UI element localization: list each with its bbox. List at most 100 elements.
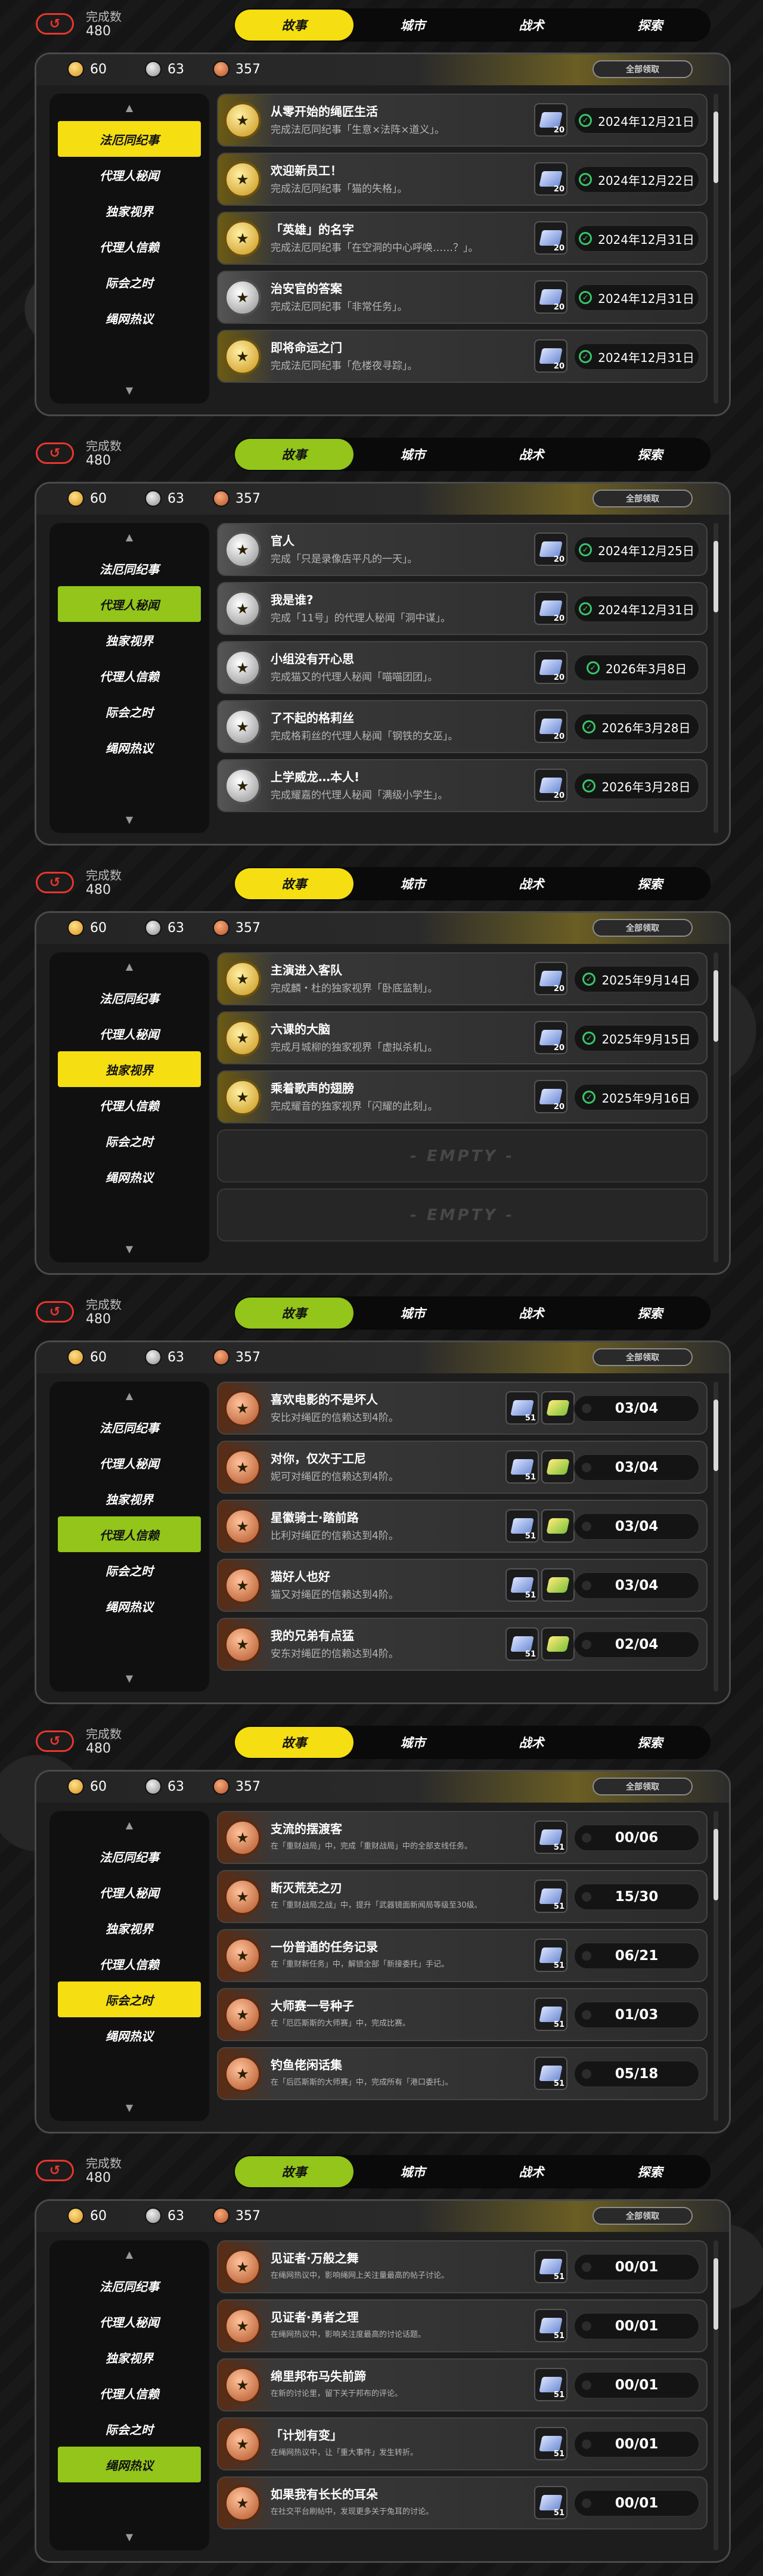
tab-explore[interactable]: 探索 — [591, 10, 709, 41]
tab-story[interactable]: 故事 — [235, 1298, 353, 1329]
scroll-up-icon[interactable]: ▲ — [49, 527, 209, 547]
sidebar-item[interactable]: 际会之时 — [58, 1123, 201, 1159]
achievement-row[interactable]: ★ 对你，仅次于工尼 妮可对绳匠的信赖达到4阶。 51 03/04 — [217, 1441, 708, 1494]
scrollbar-thumb[interactable] — [714, 1829, 718, 1900]
scrollbar-thumb[interactable] — [714, 970, 718, 1042]
tab-story[interactable]: 故事 — [235, 439, 353, 470]
achievement-row[interactable]: ★ 支流的摆渡客 在「重财战局」中，完成「重财战局」中的全部支线任务。 51 00/06 — [217, 1811, 708, 1864]
tab-city[interactable]: 城市 — [353, 2156, 472, 2187]
sidebar-item[interactable]: 代理人信赖 — [58, 2375, 201, 2411]
list-scrollbar[interactable] — [714, 2240, 718, 2550]
sidebar-item[interactable]: 绳网热议 — [58, 300, 201, 336]
sidebar-item[interactable]: 代理人信赖 — [58, 1946, 201, 1981]
tab-city[interactable]: 城市 — [353, 1727, 472, 1758]
achievement-row[interactable]: ★ 见证者·万般之舞 在绳网热议中，影响绳网上关注量最高的帖子讨论。 51 00/01 — [217, 2240, 708, 2293]
sidebar-item[interactable]: 代理人秘闻 — [58, 586, 201, 622]
achievement-row[interactable]: ★ 喜欢电影的不是坏人 安比对绳匠的信赖达到4阶。 51 03/04 — [217, 1382, 708, 1435]
achievement-row[interactable]: ★ 「计划有变」 在绳网热议中，让「重大事件」发生转折。 51 00/01 — [217, 2417, 708, 2470]
claim-all-button[interactable]: 全部领取 — [593, 2207, 693, 2225]
sidebar-item[interactable]: 绳网热议 — [58, 2447, 201, 2482]
claim-all-button[interactable]: 全部领取 — [593, 60, 693, 78]
sidebar-item[interactable]: 际会之时 — [58, 693, 201, 729]
sidebar-item[interactable]: 独家视界 — [58, 622, 201, 658]
sidebar-item[interactable]: 代理人秘闻 — [58, 1874, 201, 1910]
list-scrollbar[interactable] — [714, 523, 718, 833]
sidebar-item[interactable]: 独家视界 — [58, 2339, 201, 2375]
achievement-row[interactable]: ★ 断灭荒芜之刃 在「重财战局之战」中，提升「武器镜面新闻局等级至30级。 51 15/… — [217, 1870, 708, 1923]
tab-tactics[interactable]: 战术 — [472, 439, 591, 470]
achievement-row[interactable]: ★ 官人 完成「只是录像店平凡的一天」。 20 ✓ 2024年12月25日 — [217, 523, 708, 576]
tab-city[interactable]: 城市 — [353, 10, 472, 41]
list-scrollbar[interactable] — [714, 1811, 718, 2121]
sidebar-item[interactable]: 法厄同纪事 — [58, 121, 201, 157]
back-button[interactable]: ↺ — [36, 872, 74, 893]
sidebar-item[interactable]: 绳网热议 — [58, 1588, 201, 1624]
scrollbar-thumb[interactable] — [714, 2258, 718, 2330]
achievement-row[interactable]: ★ 见证者·勇者之理 在绳网热议中，影响关注度最高的讨论话题。 51 00/01 — [217, 2299, 708, 2352]
scrollbar-thumb[interactable] — [714, 1400, 718, 1471]
achievement-row[interactable]: ★ 了不起的格莉丝 完成格莉丝的代理人秘闻「钢铁的女巫」。 20 ✓ 2026年3月28日 — [217, 700, 708, 753]
sidebar-item[interactable]: 代理人信赖 — [58, 1087, 201, 1123]
scroll-down-icon[interactable]: ▼ — [49, 2097, 209, 2117]
scroll-up-icon[interactable]: ▲ — [49, 97, 209, 117]
sidebar-item[interactable]: 法厄同纪事 — [58, 980, 201, 1015]
tab-tactics[interactable]: 战术 — [472, 10, 591, 41]
tab-city[interactable]: 城市 — [353, 439, 472, 470]
claim-all-button[interactable]: 全部领取 — [593, 490, 693, 507]
achievement-row[interactable]: ★ 乘着歌声的翅膀 完成耀音的独家视界「闪耀的此刻」。 20 ✓ 2025年9月16日 — [217, 1070, 708, 1123]
scroll-down-icon[interactable]: ▼ — [49, 1239, 209, 1259]
scroll-up-icon[interactable]: ▲ — [49, 1385, 209, 1405]
sidebar-item[interactable]: 代理人信赖 — [58, 658, 201, 693]
sidebar-item[interactable]: 际会之时 — [58, 1981, 201, 2017]
achievement-row[interactable]: ★ 「英雄」的名字 完成法厄同纪事「在空洞的中心呼唤……？」。 20 ✓ 2024年12月… — [217, 212, 708, 265]
claim-all-button[interactable]: 全部领取 — [593, 919, 693, 937]
sidebar-item[interactable]: 独家视界 — [58, 193, 201, 228]
tab-explore[interactable]: 探索 — [591, 1727, 709, 1758]
scrollbar-thumb[interactable] — [714, 112, 718, 183]
scroll-up-icon[interactable]: ▲ — [49, 1815, 209, 1835]
achievement-row[interactable]: ★ 上学威龙…本人! 完成耀嘉的代理人秘闻「满级小学生」。 20 ✓ 2026年3月28日 — [217, 759, 708, 812]
back-button[interactable]: ↺ — [36, 13, 74, 35]
tab-city[interactable]: 城市 — [353, 1298, 472, 1329]
sidebar-item[interactable]: 代理人秘闻 — [58, 1445, 201, 1481]
achievement-row[interactable]: ★ 猫好人也好 猫又对绳匠的信赖达到4阶。 51 03/04 — [217, 1559, 708, 1612]
sidebar-item[interactable]: 绳网热议 — [58, 729, 201, 765]
scroll-up-icon[interactable]: ▲ — [49, 956, 209, 976]
scroll-down-icon[interactable]: ▼ — [49, 2527, 209, 2547]
tab-explore[interactable]: 探索 — [591, 439, 709, 470]
achievement-row[interactable]: ★ 我的兄弟有点猛 安东对绳匠的信赖达到4阶。 51 02/04 — [217, 1618, 708, 1671]
achievement-row[interactable]: ★ 欢迎新员工！ 完成法厄同纪事「猫的失格」。 20 ✓ 2024年12月22日 — [217, 153, 708, 206]
achievement-row[interactable]: ★ 星徽骑士·踏前路 比利对绳匠的信赖达到4阶。 51 03/04 — [217, 1500, 708, 1553]
back-button[interactable]: ↺ — [36, 2160, 74, 2181]
sidebar-item[interactable]: 代理人秘闻 — [58, 1015, 201, 1051]
back-button[interactable]: ↺ — [36, 1730, 74, 1752]
back-button[interactable]: ↺ — [36, 442, 74, 464]
scroll-down-icon[interactable]: ▼ — [49, 809, 209, 829]
tab-tactics[interactable]: 战术 — [472, 1298, 591, 1329]
list-scrollbar[interactable] — [714, 1382, 718, 1692]
tab-tactics[interactable]: 战术 — [472, 1727, 591, 1758]
achievement-row[interactable]: ★ 如果我有长长的耳朵 在社交平台刷帖中，发现更多关于兔耳的讨论。 51 00/01 — [217, 2476, 708, 2529]
achievement-row[interactable]: ★ 即将命运之门 完成法厄同纪事「危楼夜寻踪」。 20 ✓ 2024年12月31日 — [217, 330, 708, 383]
sidebar-item[interactable]: 际会之时 — [58, 264, 201, 300]
sidebar-item[interactable]: 独家视界 — [58, 1051, 201, 1087]
list-scrollbar[interactable] — [714, 94, 718, 404]
sidebar-item[interactable]: 独家视界 — [58, 1481, 201, 1516]
sidebar-item[interactable]: 法厄同纪事 — [58, 1409, 201, 1445]
achievement-row[interactable]: ★ 一份普通的任务记录 在「重财新任务」中，解锁全部「新接委托」手记。 51 06/21 — [217, 1929, 708, 1982]
achievement-row[interactable]: ★ 从零开始的绳匠生活 完成法厄同纪事「生意×法阵×道义」。 20 ✓ 2024年12月2… — [217, 94, 708, 147]
scroll-up-icon[interactable]: ▲ — [49, 2244, 209, 2264]
sidebar-item[interactable]: 绳网热议 — [58, 1159, 201, 1194]
tab-tactics[interactable]: 战术 — [472, 868, 591, 899]
scrollbar-thumb[interactable] — [714, 541, 718, 612]
sidebar-item[interactable]: 法厄同纪事 — [58, 1838, 201, 1874]
sidebar-item[interactable]: 法厄同纪事 — [58, 550, 201, 586]
achievement-row[interactable]: ★ 治安官的答案 完成法厄同纪事「非常任务」。 20 ✓ 2024年12月31日 — [217, 271, 708, 324]
back-button[interactable]: ↺ — [36, 1301, 74, 1323]
tab-tactics[interactable]: 战术 — [472, 2156, 591, 2187]
tab-explore[interactable]: 探索 — [591, 2156, 709, 2187]
tab-story[interactable]: 故事 — [235, 2156, 353, 2187]
sidebar-item[interactable]: 代理人秘闻 — [58, 157, 201, 193]
tab-story[interactable]: 故事 — [235, 868, 353, 899]
claim-all-button[interactable]: 全部领取 — [593, 1778, 693, 1795]
